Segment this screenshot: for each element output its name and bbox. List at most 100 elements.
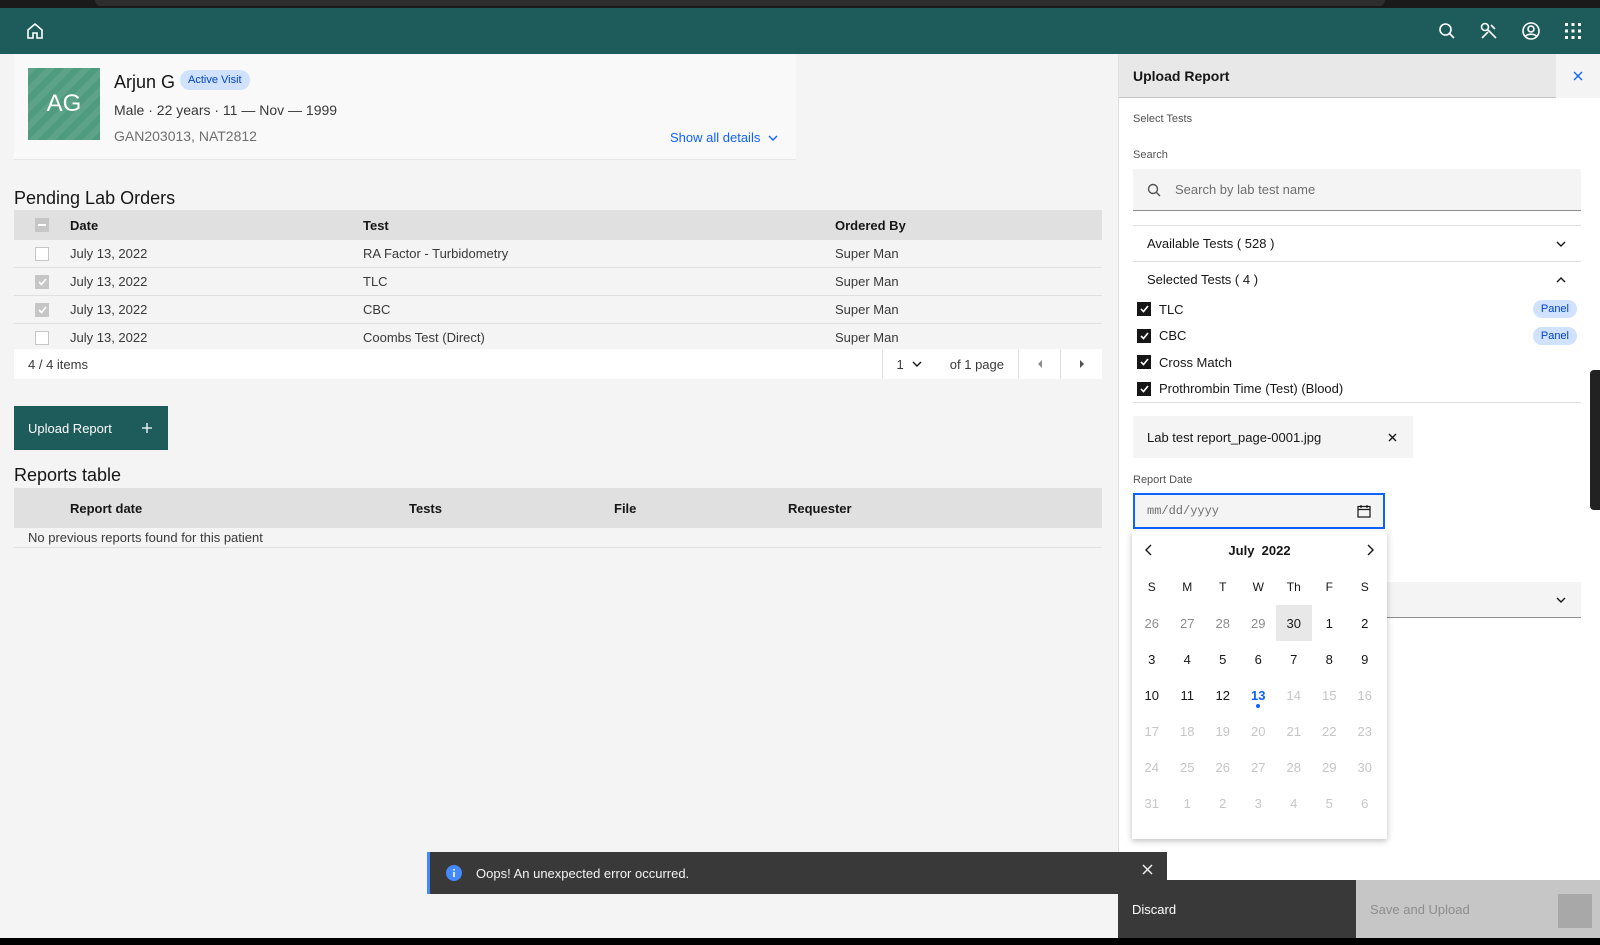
column-header-report-date[interactable]: Report date bbox=[70, 501, 409, 516]
available-tests-accordion[interactable]: Available Tests ( 528 ) bbox=[1133, 225, 1581, 261]
selected-test-checkbox[interactable] bbox=[1137, 355, 1151, 369]
calendar-month[interactable]: July bbox=[1228, 543, 1254, 558]
column-header-requester[interactable]: Requester bbox=[788, 501, 988, 516]
chevron-left-icon[interactable] bbox=[1144, 544, 1154, 556]
upload-report-button[interactable]: Upload Report bbox=[14, 406, 168, 450]
save-and-upload-button[interactable]: Save and Upload bbox=[1356, 880, 1600, 938]
calendar-day: 21 bbox=[1286, 723, 1301, 739]
table-header-row: Date Test Ordered By bbox=[14, 210, 1102, 240]
chevron-right-icon[interactable] bbox=[1365, 544, 1375, 556]
calendar-day[interactable]: 6 bbox=[1241, 641, 1277, 677]
selected-test-checkbox[interactable] bbox=[1137, 328, 1151, 343]
cell-ordered-by: Super Man bbox=[835, 302, 899, 317]
calendar-day[interactable]: 8 bbox=[1312, 641, 1348, 677]
save-and-upload-label: Save and Upload bbox=[1370, 901, 1470, 917]
calendar-day[interactable]: 29 bbox=[1241, 605, 1277, 641]
row-checkbox[interactable] bbox=[35, 274, 49, 289]
calendar-day[interactable]: 11 bbox=[1170, 677, 1206, 713]
calendar-day[interactable]: 12 bbox=[1205, 677, 1241, 713]
panel-tag: Panel bbox=[1532, 326, 1577, 345]
calendar-header: July 2022 bbox=[1132, 531, 1387, 569]
selected-test-item[interactable]: Prothrombin Time (Test) (Blood) bbox=[1133, 376, 1581, 402]
table-row[interactable]: July 13, 2022 RA Factor - Turbidometry Sup… bbox=[14, 240, 1102, 268]
selected-test-item[interactable]: Cross Match bbox=[1133, 349, 1581, 375]
calendar-day-today[interactable]: 13 bbox=[1241, 677, 1277, 713]
available-tests-label: Available Tests ( 528 ) bbox=[1147, 236, 1275, 251]
calendar-day[interactable]: 4 bbox=[1170, 641, 1206, 677]
report-date-input[interactable]: mm/dd/yyyy bbox=[1133, 493, 1385, 529]
chevron-down-icon bbox=[912, 361, 922, 367]
user-profile-icon[interactable] bbox=[1519, 19, 1543, 43]
previous-page-button[interactable] bbox=[1018, 349, 1060, 379]
hidden-dropdown-field[interactable] bbox=[1385, 582, 1581, 618]
calendar-day[interactable]: 3 bbox=[1134, 641, 1170, 677]
browser-tab-pill bbox=[95, 0, 1385, 6]
table-row[interactable]: July 13, 2022 Coombs Test (Direct) Super M… bbox=[14, 324, 1102, 352]
column-header-date[interactable]: Date bbox=[70, 218, 363, 233]
calendar-day: 31 bbox=[1144, 795, 1159, 811]
home-icon[interactable] bbox=[23, 19, 47, 43]
row-checkbox[interactable] bbox=[35, 330, 49, 345]
selected-test-item[interactable]: CBC Panel bbox=[1133, 323, 1581, 349]
calendar-day: 15 bbox=[1322, 687, 1337, 703]
calendar-day[interactable]: 30 bbox=[1276, 605, 1312, 641]
checkmark-icon bbox=[1139, 305, 1149, 313]
discard-button[interactable]: Discard bbox=[1118, 880, 1356, 938]
lab-test-search-input[interactable]: Search by lab test name bbox=[1133, 169, 1581, 211]
close-icon[interactable] bbox=[1142, 864, 1153, 875]
calendar-day[interactable]: 26 bbox=[1134, 605, 1170, 641]
caret-right-icon bbox=[1079, 360, 1084, 368]
column-header-ordered-by[interactable]: Ordered By bbox=[835, 218, 1085, 233]
app-switcher-icon[interactable] bbox=[1561, 19, 1585, 43]
calendar-day[interactable]: 10 bbox=[1134, 677, 1170, 713]
row-checkbox[interactable] bbox=[35, 302, 49, 317]
calendar-icon[interactable] bbox=[1357, 504, 1371, 518]
cell-ordered-by: Super Man bbox=[835, 246, 899, 261]
bottom-strip bbox=[0, 938, 1600, 945]
close-icon[interactable] bbox=[1388, 433, 1397, 442]
column-header-file[interactable]: File bbox=[614, 501, 788, 516]
column-header-tests[interactable]: Tests bbox=[409, 501, 614, 516]
selected-test-item[interactable]: TLC Panel bbox=[1133, 296, 1581, 322]
selected-test-checkbox[interactable] bbox=[1137, 381, 1151, 396]
calendar-day[interactable]: 2 bbox=[1347, 605, 1383, 641]
cell-ordered-by: Super Man bbox=[835, 330, 899, 345]
table-row[interactable]: July 13, 2022 TLC Super Man bbox=[14, 268, 1102, 296]
search-icon[interactable] bbox=[1435, 19, 1459, 43]
calendar-day[interactable]: 5 bbox=[1205, 641, 1241, 677]
toast-message: Oops! An unexpected error occurred. bbox=[476, 865, 690, 881]
calendar-day: 16 bbox=[1357, 687, 1372, 703]
show-all-details-link[interactable]: Show all details bbox=[670, 130, 778, 145]
panel-tag: Panel bbox=[1532, 300, 1577, 318]
select-all-checkbox[interactable] bbox=[35, 218, 49, 232]
calendar-day[interactable]: 27 bbox=[1170, 605, 1206, 641]
patient-header-card: AG Arjun G Active Visit Male · 22 years … bbox=[14, 54, 796, 160]
next-page-button[interactable] bbox=[1060, 349, 1102, 379]
column-header-test[interactable]: Test bbox=[363, 218, 835, 233]
selected-test-name: Prothrombin Time (Test) (Blood) bbox=[1159, 381, 1344, 396]
report-date-label: Report Date bbox=[1133, 474, 1193, 486]
checkmark-icon bbox=[37, 305, 47, 314]
reports-table-title: Reports table bbox=[14, 465, 122, 485]
tools-icon[interactable] bbox=[1477, 19, 1501, 43]
selected-tests-accordion[interactable]: Selected Tests ( 4 ) bbox=[1133, 261, 1581, 297]
calendar-weekday: S bbox=[1360, 580, 1369, 594]
calendar-weekday: M bbox=[1182, 580, 1193, 594]
window-edge bbox=[1590, 370, 1600, 510]
calendar-day[interactable]: 28 bbox=[1205, 605, 1241, 641]
calendar-day[interactable]: 1 bbox=[1312, 605, 1348, 641]
calendar-day[interactable]: 7 bbox=[1276, 641, 1312, 677]
row-checkbox[interactable] bbox=[35, 246, 49, 261]
date-picker-calendar: July 2022 S M T W Th F S 26 27 28 29 30 1 2 3 4 5 6 7 8 9 10 1… bbox=[1132, 531, 1387, 839]
calendar-day[interactable]: 9 bbox=[1347, 641, 1383, 677]
active-visit-badge: Active Visit bbox=[180, 70, 250, 90]
close-panel-button[interactable] bbox=[1556, 54, 1600, 98]
table-row[interactable]: July 13, 2022 CBC Super Man bbox=[14, 296, 1102, 324]
selected-tests-label: Selected Tests ( 4 ) bbox=[1147, 272, 1259, 287]
page-total-label: of 1 page bbox=[949, 356, 1004, 372]
selected-test-checkbox[interactable] bbox=[1137, 302, 1151, 316]
selected-test-name: CBC bbox=[1159, 328, 1187, 343]
calendar-year[interactable]: 2022 bbox=[1262, 543, 1291, 558]
search-icon bbox=[1147, 183, 1161, 196]
page-select[interactable]: 1 bbox=[881, 349, 936, 379]
